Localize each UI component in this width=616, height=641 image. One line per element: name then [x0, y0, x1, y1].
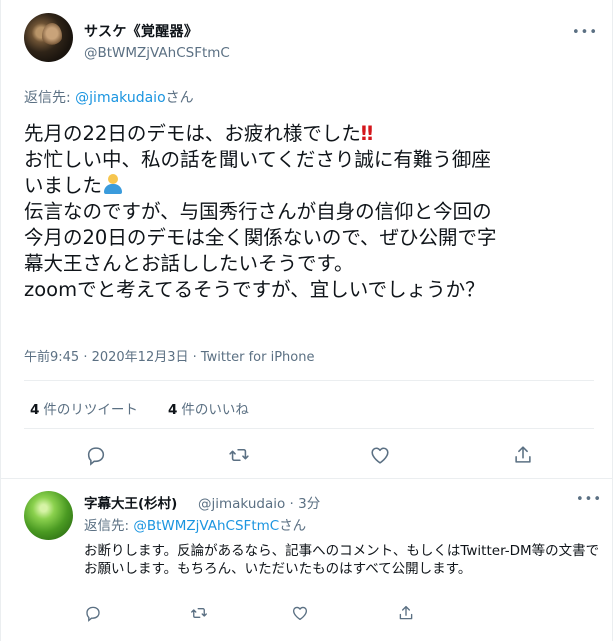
tweet-text-rest: 伝言なのですが、与国秀行さんが自身の信仰と今回の 今月の20日のデモは全く関係な…: [24, 200, 497, 301]
replying-to-prefix: 返信先:: [24, 90, 76, 106]
author-handle[interactable]: @BtWMZjVAhCSFtmC: [84, 45, 230, 61]
mention-link[interactable]: @BtWMZjVAhCSFtmC: [133, 518, 279, 534]
like-icon[interactable]: [291, 604, 309, 622]
tweet-text-line2: お忙しい中、私の話を聞いてくださり誠に有難う御座: [24, 148, 491, 171]
reply-icon[interactable]: [84, 604, 102, 622]
double-exclamation-icon: ‼: [360, 122, 374, 145]
replying-to: 返信先: @jimakudaioさん: [24, 87, 194, 107]
retweets-label: 件のリツイート: [43, 402, 138, 418]
timestamp[interactable]: 午前9:45 · 2020年12月3日 ·: [24, 350, 201, 365]
retweet-icon[interactable]: [228, 444, 250, 466]
share-icon[interactable]: [397, 604, 415, 622]
person-bowing-icon: [102, 174, 124, 194]
share-icon[interactable]: [512, 444, 534, 466]
likes-stat[interactable]: 4 件のいいね: [168, 398, 249, 418]
retweet-icon[interactable]: [190, 604, 208, 622]
mention-link[interactable]: @jimakudaio: [75, 90, 165, 106]
divider: [0, 478, 613, 479]
likes-label: 件のいいね: [181, 402, 249, 418]
tweet-text: 先月の22日のデモは、お疲れ様でした‼ お忙しい中、私の話を聞いてくださり誠に有…: [24, 121, 594, 303]
like-icon[interactable]: [369, 444, 391, 466]
tweet-text-line3: いました: [24, 174, 103, 197]
avatar[interactable]: [24, 13, 73, 62]
more-options-icon[interactable]: •••: [572, 25, 598, 40]
reply-text: お断りします。反論があるなら、記事へのコメント、もしくはTwitter-DM等の…: [84, 543, 600, 577]
replying-to: 返信先: @BtWMZjVAhCSFtmCさん: [84, 514, 306, 534]
replying-to-suffix: さん: [279, 518, 307, 534]
retweets-count: 4: [30, 402, 40, 418]
divider: [24, 380, 594, 381]
replying-to-suffix: さん: [165, 90, 194, 106]
likes-count: 4: [168, 402, 178, 418]
replying-to-prefix: 返信先:: [84, 518, 134, 534]
tweet-metadata: 午前9:45 · 2020年12月3日 · Twitter for iPhone: [24, 346, 314, 365]
source-link[interactable]: Twitter for iPhone: [201, 350, 315, 365]
divider: [24, 428, 594, 429]
author-display-name[interactable]: サスケ《覚醒器》: [84, 21, 198, 41]
avatar[interactable]: [24, 491, 73, 540]
tweet-text-line1: 先月の22日のデモは、お疲れ様でした: [24, 122, 361, 145]
more-options-icon[interactable]: •••: [576, 492, 602, 507]
frame-border-left: [0, 0, 1, 641]
frame-border-right: [612, 0, 613, 641]
reply-icon[interactable]: [85, 444, 107, 466]
reply-author-display-name[interactable]: 字幕大王(杉村): [84, 492, 177, 512]
reply-author-handle-time[interactable]: @jimakudaio · 3分: [198, 492, 320, 512]
retweets-stat[interactable]: 4 件のリツイート: [30, 398, 138, 418]
